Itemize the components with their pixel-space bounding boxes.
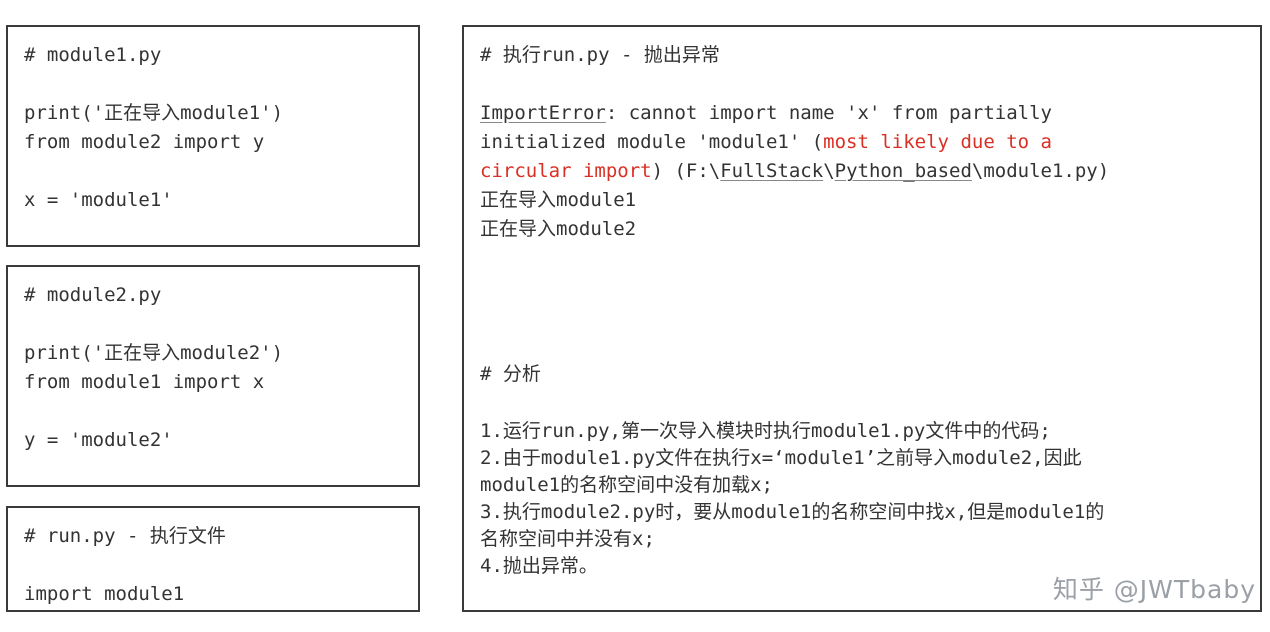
- error-traceback: ImportError: cannot import name 'x' from…: [480, 99, 1244, 244]
- code-panel-module1: # module1.py print('正在导入module1') from m…: [6, 25, 420, 247]
- stdout-line-1: 正在导入module1: [480, 189, 637, 211]
- code-panel-module1-content: # module1.py print('正在导入module1') from m…: [24, 44, 284, 211]
- error-message-2: initialized module 'module1' (: [480, 131, 824, 153]
- watermark-handle: @JWTbaby: [1113, 575, 1256, 604]
- error-highlight-1: most likely due to a: [823, 131, 1052, 153]
- analysis-title: # 分析: [480, 363, 541, 385]
- code-panel-module2-content: # module2.py print('正在导入module2') from m…: [24, 284, 284, 451]
- analysis-line-3: module1的名称空间中没有加载x;: [480, 474, 773, 496]
- error-path-segment-2: Python_based: [834, 160, 972, 182]
- analysis-line-5: 名称空间中并没有x;: [480, 528, 655, 550]
- page-root: # module1.py print('正在导入module1') from m…: [0, 0, 1270, 632]
- analysis-line-6: 4.抛出异常。: [480, 555, 598, 577]
- code-panel-run-content: # run.py - 执行文件 import module1: [24, 525, 226, 605]
- error-message-3: ) (F:\FullStack\Python_based\module1.py): [651, 160, 1110, 182]
- spacer-large: [480, 244, 1244, 360]
- error-highlight-2: circular import: [480, 160, 652, 182]
- error-name: ImportError: [480, 102, 606, 124]
- output-panel: # 执行run.py - 抛出异常 ImportError: cannot im…: [462, 25, 1262, 612]
- watermark: 知乎 @JWTbaby: [1053, 570, 1256, 606]
- code-panel-run: # run.py - 执行文件 import module1: [6, 506, 420, 612]
- stdout-line-2: 正在导入module2: [480, 218, 637, 240]
- analysis-line-2: 2.由于module1.py文件在执行x=‘module1’之前导入module…: [480, 447, 1082, 469]
- error-message-1: : cannot import name 'x' from partially: [605, 102, 1052, 124]
- output-panel-title: # 执行run.py - 抛出异常: [480, 44, 720, 66]
- analysis-line-4: 3.执行module2.py时，要从module1的名称空间中找x,但是modu…: [480, 501, 1105, 523]
- code-panel-module2: # module2.py print('正在导入module2') from m…: [6, 265, 420, 487]
- watermark-logo: 知乎: [1052, 575, 1105, 604]
- analysis-line-1: 1.运行run.py,第一次导入模块时执行module1.py文件中的代码;: [480, 420, 1051, 442]
- analysis-body: 1.运行run.py,第一次导入模块时执行module1.py文件中的代码; 2…: [480, 418, 1244, 580]
- error-path-segment-1: FullStack: [720, 160, 824, 182]
